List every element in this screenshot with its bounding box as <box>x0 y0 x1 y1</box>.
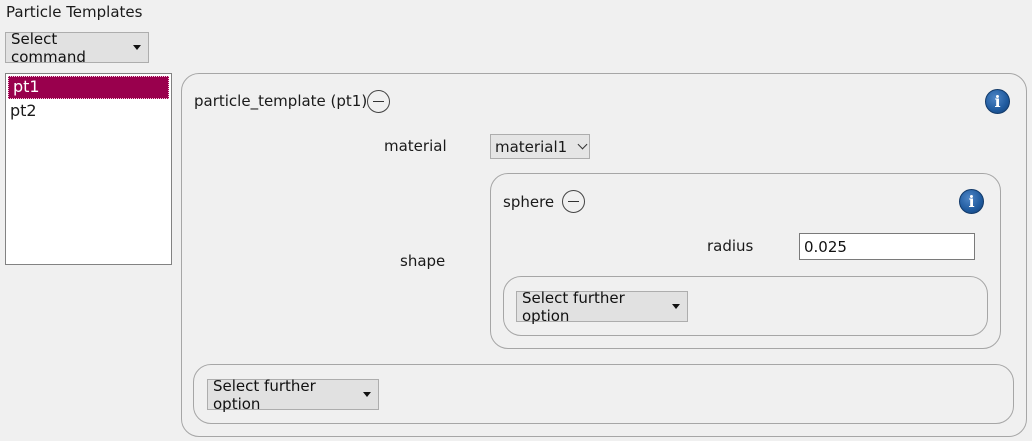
shape-label: shape <box>400 252 446 270</box>
select-command-dropdown[interactable]: Select command <box>5 29 149 66</box>
caret-down-icon <box>672 304 680 309</box>
list-item[interactable]: pt1 <box>8 76 169 99</box>
select-further-option-label: Select further option <box>213 376 316 413</box>
caret-down-icon <box>133 45 141 50</box>
collapse-minus-icon[interactable] <box>562 190 585 213</box>
collapse-minus-icon[interactable] <box>367 90 390 113</box>
select-further-option-dropdown[interactable]: Select further option <box>516 288 688 325</box>
material-value: material1 <box>495 137 568 156</box>
list-item[interactable]: pt2 <box>6 99 171 123</box>
chevron-down-icon <box>577 139 588 150</box>
radius-input[interactable] <box>799 233 975 260</box>
select-command-label: Select command <box>11 29 86 66</box>
caret-down-icon <box>363 392 371 397</box>
template-list[interactable]: pt1 pt2 <box>5 73 172 265</box>
material-label: material <box>384 137 447 155</box>
shape-title: sphere <box>503 193 555 211</box>
info-icon[interactable]: i <box>959 189 984 214</box>
page-title: Particle Templates <box>6 3 143 21</box>
info-icon[interactable]: i <box>985 89 1010 114</box>
radius-label: radius <box>707 237 754 255</box>
material-select[interactable]: material1 <box>490 134 590 159</box>
select-further-option-dropdown[interactable]: Select further option <box>207 376 379 413</box>
select-further-option-label: Select further option <box>522 288 625 325</box>
particle-template-title: particle_template (pt1) <box>194 92 368 110</box>
